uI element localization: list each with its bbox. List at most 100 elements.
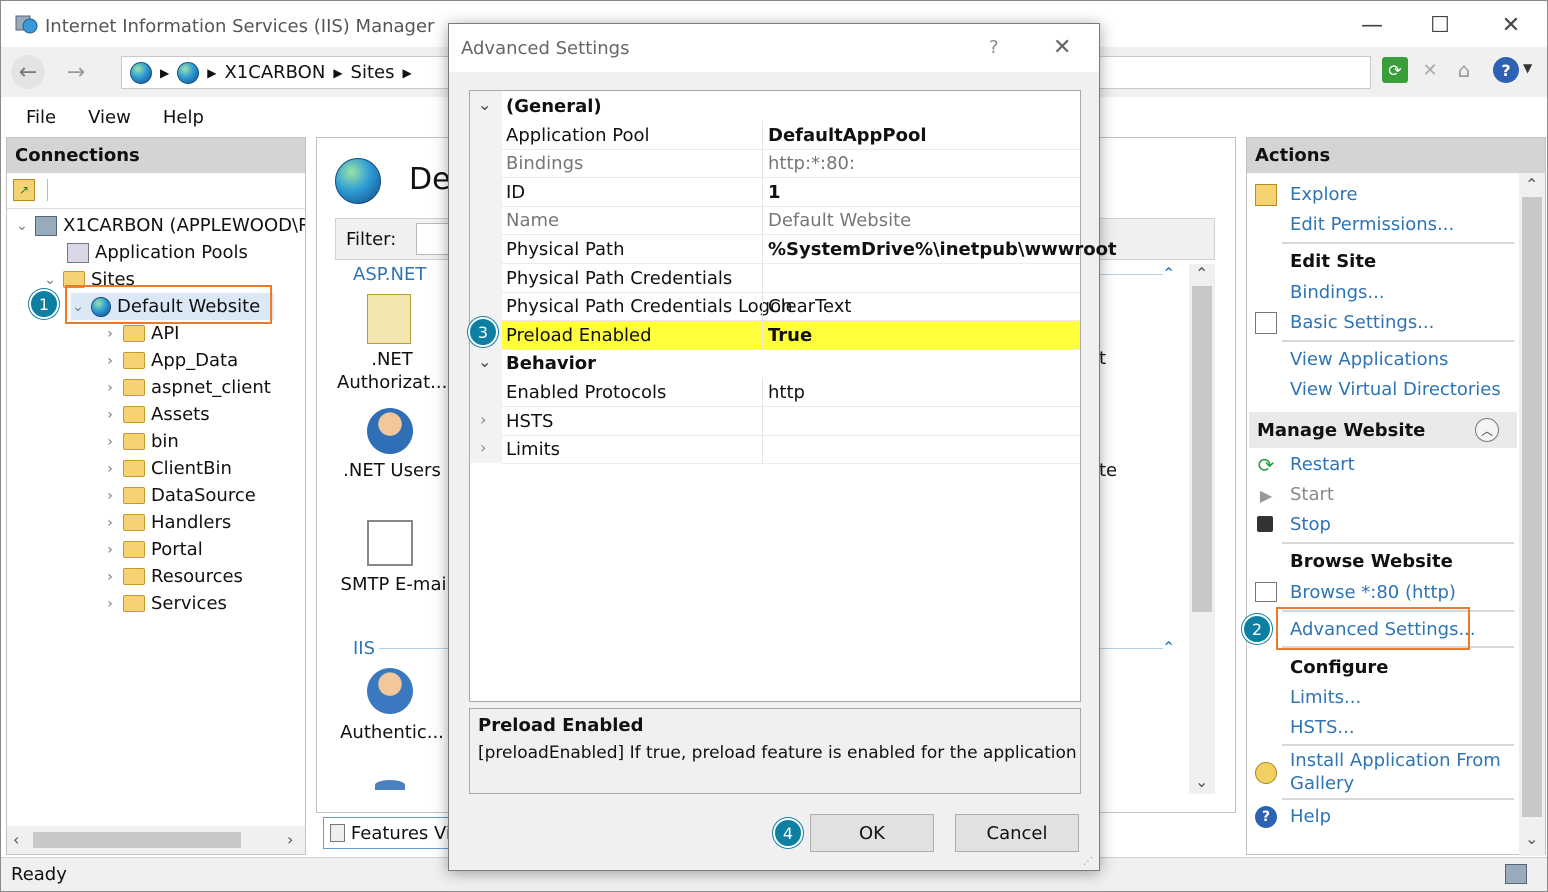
breadcrumb-sites[interactable]: Sites (351, 62, 395, 83)
property-value[interactable]: True (768, 325, 812, 346)
tree-app-pools[interactable]: Application Pools (67, 239, 248, 266)
action-limits[interactable]: Limits... (1290, 687, 1361, 708)
connect-icon[interactable]: ↗ (13, 179, 35, 201)
chevron-down-icon[interactable]: ⌄ (478, 95, 491, 114)
action-bindings[interactable]: Bindings... (1290, 282, 1385, 303)
dialog-help-button[interactable]: ? (989, 37, 999, 58)
close-window-button[interactable]: ✕ (1488, 9, 1534, 41)
scroll-right-icon[interactable]: › (287, 830, 293, 849)
property-row[interactable]: › HSTS (470, 406, 1080, 436)
feature-authentication[interactable]: Authentic... (337, 722, 447, 743)
action-install-app-line1[interactable]: Install Application From (1290, 750, 1501, 771)
property-value[interactable]: http (768, 382, 805, 403)
property-row[interactable]: ID 1 (470, 177, 1080, 207)
scroll-down-icon[interactable]: ⌄ (1195, 772, 1208, 791)
property-row[interactable]: Bindings http:*:80: (470, 149, 1080, 179)
features-view-tab[interactable]: Features Vie (323, 817, 463, 849)
tree-server-node[interactable]: ⌄ X1CARBON (APPLEWOOD\Ri (15, 212, 305, 239)
property-row[interactable]: Enabled Protocols http (470, 378, 1080, 407)
chevron-right-icon[interactable]: › (480, 410, 486, 429)
chevron-right-icon[interactable]: › (103, 326, 117, 342)
property-value[interactable]: 1 (768, 182, 781, 203)
chevron-right-icon[interactable]: › (103, 380, 117, 396)
help-icon[interactable]: ? (1493, 57, 1519, 83)
tree-folder-item[interactable]: › Portal (103, 536, 203, 563)
home-icon[interactable]: ⌂ (1451, 57, 1477, 83)
chevron-down-icon[interactable]: ⌄ (43, 272, 57, 288)
feature-net-users[interactable]: .NET Users (337, 460, 447, 481)
feature-smtp-email[interactable]: SMTP E-mail (331, 574, 461, 595)
maximize-button[interactable]: ☐ (1417, 9, 1463, 41)
dialog-close-button[interactable]: ✕ (1053, 35, 1071, 60)
property-row[interactable]: › Limits (470, 435, 1080, 465)
property-row[interactable]: Physical Path Credentials Logon ClearText (470, 292, 1080, 322)
action-install-app-line2[interactable]: Gallery (1290, 773, 1354, 794)
authentication-icon[interactable] (367, 668, 413, 714)
lock-document-icon[interactable] (367, 294, 411, 344)
stop-icon[interactable]: ✕ (1417, 57, 1443, 83)
feature-net-authorization[interactable]: .NET Authorizat... (337, 348, 447, 394)
horizontal-scrollbar[interactable]: ‹ › (7, 826, 305, 854)
collapse-section-icon[interactable]: ︿ (1475, 418, 1499, 442)
scrollbar-thumb[interactable] (1192, 286, 1212, 612)
chevron-down-icon[interactable]: ⌄ (15, 218, 29, 234)
action-basic-settings[interactable]: Basic Settings... (1290, 312, 1434, 333)
scroll-up-icon[interactable]: ⌃ (1525, 175, 1538, 194)
action-view-virtual-directories[interactable]: View Virtual Directories (1290, 379, 1501, 400)
cancel-button[interactable]: Cancel (955, 814, 1079, 852)
collapse-group-icon[interactable]: ⌃ (1162, 264, 1175, 283)
scroll-down-icon[interactable]: ⌄ (1525, 829, 1538, 848)
chevron-right-icon[interactable]: › (103, 407, 117, 423)
scroll-left-icon[interactable]: ‹ (13, 830, 19, 849)
property-row[interactable]: Name Default Website (470, 206, 1080, 236)
refresh-icon[interactable]: ⟳ (1382, 57, 1408, 83)
action-view-applications[interactable]: View Applications (1290, 349, 1448, 370)
chevron-right-icon[interactable]: › (103, 434, 117, 450)
chevron-down-icon[interactable]: ⌄ (478, 352, 491, 371)
users-icon[interactable] (367, 408, 413, 454)
scrollbar-thumb[interactable] (33, 832, 241, 848)
action-stop[interactable]: Stop (1290, 514, 1331, 535)
forward-arrow-icon[interactable]: → (59, 55, 93, 89)
property-value[interactable]: DefaultAppPool (768, 125, 927, 146)
chevron-right-icon[interactable]: › (103, 515, 117, 531)
breadcrumb-server[interactable]: X1CARBON (224, 62, 325, 83)
tree-folder-item[interactable]: › Services (103, 590, 227, 617)
property-category[interactable]: ⌄ Behavior (470, 349, 1080, 378)
tree-folder-item[interactable]: › DataSource (103, 482, 256, 509)
action-browse-80[interactable]: Browse *:80 (http) (1290, 582, 1456, 603)
menu-view[interactable]: View (88, 107, 131, 128)
property-value[interactable]: ClearText (768, 296, 851, 317)
tree-folder-item[interactable]: › Assets (103, 401, 209, 428)
ok-button[interactable]: OK (810, 814, 934, 852)
property-category[interactable]: ⌄ (General) (470, 92, 1080, 121)
chevron-right-icon[interactable]: › (103, 488, 117, 504)
action-edit-permissions[interactable]: Edit Permissions... (1290, 214, 1454, 235)
scrollbar-thumb[interactable] (1522, 197, 1542, 817)
help-dropdown-icon[interactable]: ▼ (1523, 61, 1532, 75)
action-start[interactable]: Start (1290, 484, 1334, 505)
tree-folder-item[interactable]: › API (103, 320, 179, 347)
minimize-button[interactable]: — (1349, 9, 1395, 41)
property-row[interactable]: Application Pool DefaultAppPool (470, 120, 1080, 150)
chevron-right-icon[interactable]: › (103, 353, 117, 369)
menu-help[interactable]: Help (163, 107, 204, 128)
tree-folder-item[interactable]: › Handlers (103, 509, 231, 536)
chevron-right-icon[interactable]: › (103, 542, 117, 558)
action-explore[interactable]: Explore (1290, 184, 1358, 205)
actions-scrollbar[interactable]: ⌃ ⌄ (1519, 173, 1545, 856)
tree-folder-item[interactable]: › ClientBin (103, 455, 232, 482)
menu-file[interactable]: File (26, 107, 56, 128)
property-row[interactable]: Physical Path Credentials (470, 263, 1080, 293)
features-scrollbar[interactable]: ⌃ ⌄ (1189, 264, 1215, 794)
back-arrow-icon[interactable]: ← (11, 55, 45, 89)
tree-folder-item[interactable]: › bin (103, 428, 179, 455)
smtp-email-icon[interactable] (367, 520, 413, 566)
property-row[interactable]: Preload Enabled True (470, 320, 1080, 350)
property-row[interactable]: Physical Path %SystemDrive%\inetpub\wwwro… (470, 235, 1117, 264)
property-value[interactable]: %SystemDrive%\inetpub\wwwroot (768, 239, 1117, 260)
chevron-right-icon[interactable]: › (103, 461, 117, 477)
tree-folder-item[interactable]: › Resources (103, 563, 243, 590)
chevron-right-icon[interactable]: › (103, 596, 117, 612)
chevron-right-icon[interactable]: › (103, 569, 117, 585)
